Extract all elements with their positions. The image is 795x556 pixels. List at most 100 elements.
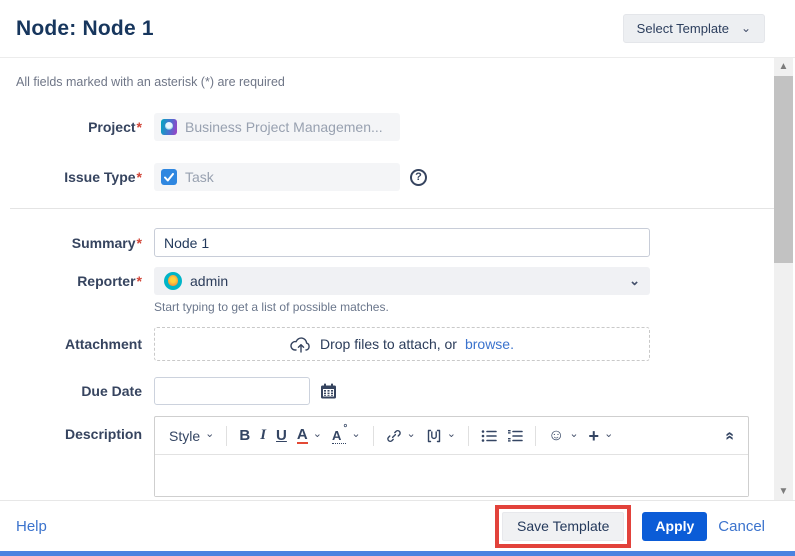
insert-more-dropdown[interactable]: + ⌄: [584, 423, 619, 449]
more-formatting-icon: A: [332, 428, 346, 444]
bold-label: B: [239, 427, 250, 444]
chevron-down-icon: ⌄: [205, 429, 214, 440]
due-date-row: Due Date: [4, 377, 795, 405]
link-dropdown[interactable]: ⌄: [381, 424, 421, 448]
numbered-list-icon: [507, 429, 523, 443]
reporter-select[interactable]: admin ⌄: [154, 267, 650, 295]
required-asterisk: *: [137, 273, 142, 289]
italic-label: I: [260, 427, 266, 444]
underline-label: U: [276, 427, 287, 444]
project-label: Project*: [4, 119, 154, 135]
project-avatar-icon: [161, 119, 177, 135]
reporter-helper-text: Start typing to get a list of possible m…: [154, 300, 389, 314]
text-color-dropdown[interactable]: A ⌄: [292, 423, 327, 449]
numbered-list-button[interactable]: [502, 425, 528, 447]
dialog-header: Node: Node 1 Select Template ⌄: [0, 0, 795, 58]
reporter-row: Reporter* admin ⌄: [4, 267, 795, 295]
scroll-down-arrow[interactable]: ▼: [774, 483, 793, 500]
reporter-label-text: Reporter: [77, 273, 135, 289]
chevron-down-icon: ⌄: [629, 274, 640, 287]
required-asterisk: *: [137, 169, 142, 185]
attachment-dropzone[interactable]: Drop files to attach, or browse.: [154, 327, 650, 361]
chevron-down-icon: ⌄: [741, 22, 751, 34]
collapse-toolbar-button[interactable]: «: [720, 423, 739, 449]
due-date-input[interactable]: [154, 377, 310, 405]
summary-row: Summary*: [4, 228, 795, 257]
section-divider: [10, 208, 785, 209]
issue-type-row: Issue Type* Task ?: [4, 163, 795, 191]
reporter-label: Reporter*: [4, 273, 154, 289]
description-textarea[interactable]: [155, 455, 748, 496]
more-formatting-dropdown[interactable]: A ⌄: [327, 424, 366, 448]
help-link[interactable]: Help: [16, 518, 47, 535]
underline-button[interactable]: U: [271, 423, 292, 448]
style-label: Style: [169, 428, 200, 444]
summary-label: Summary*: [4, 235, 154, 251]
required-fields-notice: All fields marked with an asterisk (*) a…: [16, 75, 795, 89]
chevron-down-icon: ⌄: [407, 429, 416, 440]
bullet-list-icon: [481, 429, 497, 443]
link-icon: [386, 428, 402, 444]
cancel-link[interactable]: Cancel: [718, 518, 765, 535]
due-date-label: Due Date: [4, 383, 154, 399]
issue-type-label-text: Issue Type: [64, 169, 135, 185]
attachment-drop-text: Drop files to attach, or: [320, 336, 457, 352]
bottom-accent-bar: [0, 551, 795, 556]
toolbar-divider: [468, 426, 469, 446]
plus-icon: +: [589, 427, 600, 445]
calendar-icon[interactable]: [320, 383, 337, 400]
create-node-dialog: Node: Node 1 Select Template ⌄ All field…: [0, 0, 795, 556]
emoji-dropdown[interactable]: ☺ ⌄: [543, 424, 584, 448]
project-label-text: Project: [88, 119, 135, 135]
chevron-down-icon: ⌄: [351, 429, 360, 440]
save-template-button[interactable]: Save Template: [502, 512, 624, 541]
project-field: Business Project Managemen...: [154, 113, 400, 141]
chevron-down-icon: ⌄: [447, 429, 456, 440]
attachment-label: Attachment: [4, 336, 154, 352]
editor-toolbar: Style ⌄ B I U A ⌄ A ⌄: [155, 417, 748, 455]
reporter-value: admin: [190, 273, 228, 289]
page-title: Node: Node 1: [16, 17, 154, 41]
summary-input[interactable]: [154, 228, 650, 257]
summary-label-text: Summary: [72, 235, 136, 251]
select-template-label: Select Template: [637, 21, 729, 36]
project-value: Business Project Managemen...: [185, 119, 383, 135]
toolbar-divider: [535, 426, 536, 446]
issue-type-label: Issue Type*: [4, 169, 154, 185]
bullet-list-button[interactable]: [476, 425, 502, 447]
attachment-row: Attachment Drop files to attach, or brow…: [4, 327, 795, 361]
help-question-icon[interactable]: ?: [410, 169, 427, 186]
description-row: Description Style ⌄ B I U A ⌄: [4, 416, 795, 497]
collapse-icon: «: [721, 431, 739, 440]
description-editor: Style ⌄ B I U A ⌄ A ⌄: [154, 416, 749, 497]
task-type-icon: [161, 169, 177, 185]
bold-button[interactable]: B: [234, 423, 255, 448]
chevron-down-icon: ⌄: [604, 429, 613, 440]
user-avatar: [164, 272, 182, 290]
emoji-icon: ☺: [548, 428, 564, 444]
apply-button[interactable]: Apply: [642, 512, 707, 541]
select-template-button[interactable]: Select Template ⌄: [623, 14, 765, 43]
italic-button[interactable]: I: [255, 423, 271, 448]
attach-dropdown[interactable]: ⌄: [421, 424, 461, 448]
scroll-up-arrow[interactable]: ▲: [774, 58, 793, 75]
description-label: Description: [4, 416, 154, 442]
issue-type-field: Task: [154, 163, 400, 191]
style-dropdown[interactable]: Style ⌄: [164, 424, 219, 448]
required-asterisk: *: [137, 119, 142, 135]
text-color-icon: A: [297, 427, 308, 445]
browse-link[interactable]: browse.: [465, 336, 514, 352]
scrollbar[interactable]: ▲ ▼: [774, 58, 793, 500]
scrollbar-thumb[interactable]: [774, 76, 793, 263]
chevron-down-icon: ⌄: [569, 429, 578, 440]
attachment-icon: [426, 428, 442, 444]
project-row: Project* Business Project Managemen...: [4, 113, 795, 141]
toolbar-divider: [373, 426, 374, 446]
form-body: All fields marked with an asterisk (*) a…: [0, 75, 795, 497]
cloud-upload-icon: [290, 336, 312, 353]
reporter-helper-row: Start typing to get a list of possible m…: [4, 300, 795, 314]
footer-actions: Save Template Apply Cancel: [495, 505, 765, 548]
annotation-highlight-box: Save Template: [495, 505, 631, 548]
issue-type-value: Task: [185, 169, 214, 185]
required-asterisk: *: [137, 235, 142, 251]
